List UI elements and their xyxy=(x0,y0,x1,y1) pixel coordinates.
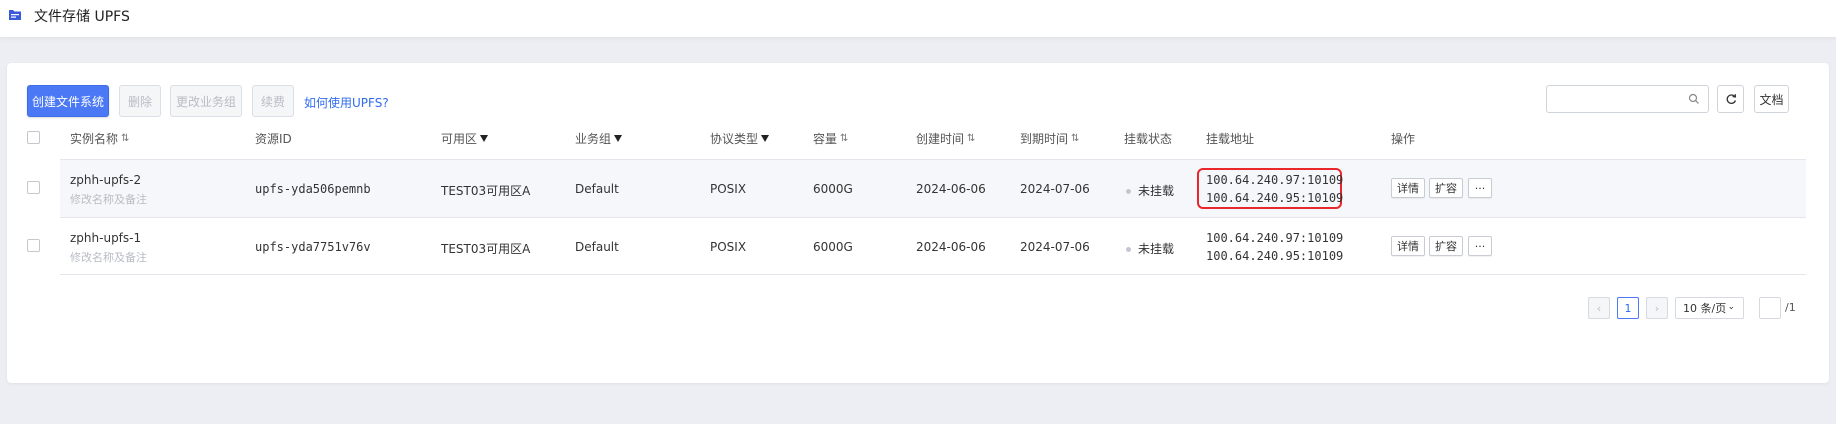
zone: TEST03可用区A xyxy=(441,184,531,198)
mount-address: 100.64.240.95:10109 xyxy=(1206,249,1344,263)
prev-page-button[interactable]: ‹ xyxy=(1588,297,1610,319)
refresh-icon xyxy=(1726,94,1736,105)
filter-icon[interactable] xyxy=(614,135,623,142)
col-mount-status: 挂载状态 xyxy=(1124,132,1173,146)
page-size-select[interactable]: 10 条/页 ⌄ xyxy=(1675,297,1744,319)
instance-name: zphh-upfs-2 xyxy=(70,173,142,187)
col-zone[interactable]: 可用区 xyxy=(441,130,489,147)
col-capacity[interactable]: 容量 ⇅ xyxy=(813,130,848,147)
page-jump-input[interactable] xyxy=(1759,297,1781,319)
filter-icon[interactable] xyxy=(480,135,489,142)
zone: TEST03可用区A xyxy=(441,242,531,256)
edit-name-link[interactable]: 修改名称及备注 xyxy=(70,249,147,265)
row-checkbox[interactable] xyxy=(27,181,40,194)
col-group[interactable]: 业务组 xyxy=(575,130,623,147)
chevron-down-icon: ⌄ xyxy=(1727,302,1735,312)
create-filesystem-button[interactable]: 创建文件系统 xyxy=(27,85,109,117)
row-divider xyxy=(60,217,1806,218)
col-mount-addr: 挂载地址 xyxy=(1206,132,1255,146)
main-card: 创建文件系统 删除 更改业务组 续费 如何使用UPFS? 文档 实例名称 ⇅ 资源… xyxy=(7,63,1829,383)
resource-id: upfs-yda506pemnb xyxy=(255,182,371,196)
more-button[interactable]: ··· xyxy=(1468,236,1492,256)
col-expires[interactable]: 到期时间 ⇅ xyxy=(1020,130,1079,147)
next-page-button[interactable]: › xyxy=(1646,297,1668,319)
protocol: POSIX xyxy=(710,240,747,254)
instance-name: zphh-upfs-1 xyxy=(70,231,142,245)
total-pages: /1 xyxy=(1785,301,1796,314)
sort-icon[interactable]: ⇅ xyxy=(1071,133,1079,144)
help-link[interactable]: 如何使用UPFS? xyxy=(304,94,389,111)
filter-icon[interactable] xyxy=(761,135,770,142)
sort-icon[interactable]: ⇅ xyxy=(121,133,129,144)
protocol: POSIX xyxy=(710,182,747,196)
docs-button[interactable]: 文档 xyxy=(1754,85,1789,113)
change-group-button[interactable]: 更改业务组 xyxy=(170,85,242,117)
resource-id: upfs-yda7751v76v xyxy=(255,240,371,254)
col-actions: 操作 xyxy=(1391,132,1416,146)
edit-name-link[interactable]: 修改名称及备注 xyxy=(70,191,147,207)
status-dot-icon xyxy=(1126,247,1131,252)
expires-date: 2024-07-06 xyxy=(1020,182,1090,196)
group: Default xyxy=(575,240,619,254)
col-resource-id: 资源ID xyxy=(255,132,292,146)
page-title: 文件存储 UPFS xyxy=(34,9,130,25)
search-icon xyxy=(1688,93,1699,104)
status-badge: 未挂载 xyxy=(1126,240,1174,257)
mount-address: 100.64.240.95:10109 xyxy=(1206,191,1344,205)
row-checkbox[interactable] xyxy=(27,239,40,252)
expand-button[interactable]: 扩容 xyxy=(1429,178,1463,198)
mount-address: 100.64.240.97:10109 xyxy=(1206,231,1344,245)
mount-address: 100.64.240.97:10109 xyxy=(1206,173,1344,187)
col-protocol[interactable]: 协议类型 xyxy=(710,130,770,147)
expires-date: 2024-07-06 xyxy=(1020,240,1090,254)
page-1-button[interactable]: 1 xyxy=(1617,297,1639,319)
row-divider xyxy=(60,274,1806,275)
search-input[interactable] xyxy=(1546,85,1709,113)
renew-button[interactable]: 续费 xyxy=(252,85,294,117)
col-name[interactable]: 实例名称 ⇅ xyxy=(70,130,129,147)
delete-button[interactable]: 删除 xyxy=(119,85,161,117)
status-dot-icon xyxy=(1126,189,1131,194)
expand-button[interactable]: 扩容 xyxy=(1429,236,1463,256)
group: Default xyxy=(575,182,619,196)
created-date: 2024-06-06 xyxy=(916,240,986,254)
detail-button[interactable]: 详情 xyxy=(1391,236,1425,256)
status-badge: 未挂载 xyxy=(1126,182,1174,199)
select-all-checkbox[interactable] xyxy=(27,131,40,144)
folder-icon xyxy=(9,10,21,20)
capacity: 6000G xyxy=(813,240,853,254)
detail-button[interactable]: 详情 xyxy=(1391,178,1425,198)
created-date: 2024-06-06 xyxy=(916,182,986,196)
sort-icon[interactable]: ⇅ xyxy=(840,133,848,144)
refresh-button[interactable] xyxy=(1717,85,1744,113)
capacity: 6000G xyxy=(813,182,853,196)
col-created[interactable]: 创建时间 ⇅ xyxy=(916,130,975,147)
more-button[interactable]: ··· xyxy=(1468,178,1492,198)
sort-icon[interactable]: ⇅ xyxy=(967,133,975,144)
top-bar: 文件存储 UPFS xyxy=(0,0,1836,38)
